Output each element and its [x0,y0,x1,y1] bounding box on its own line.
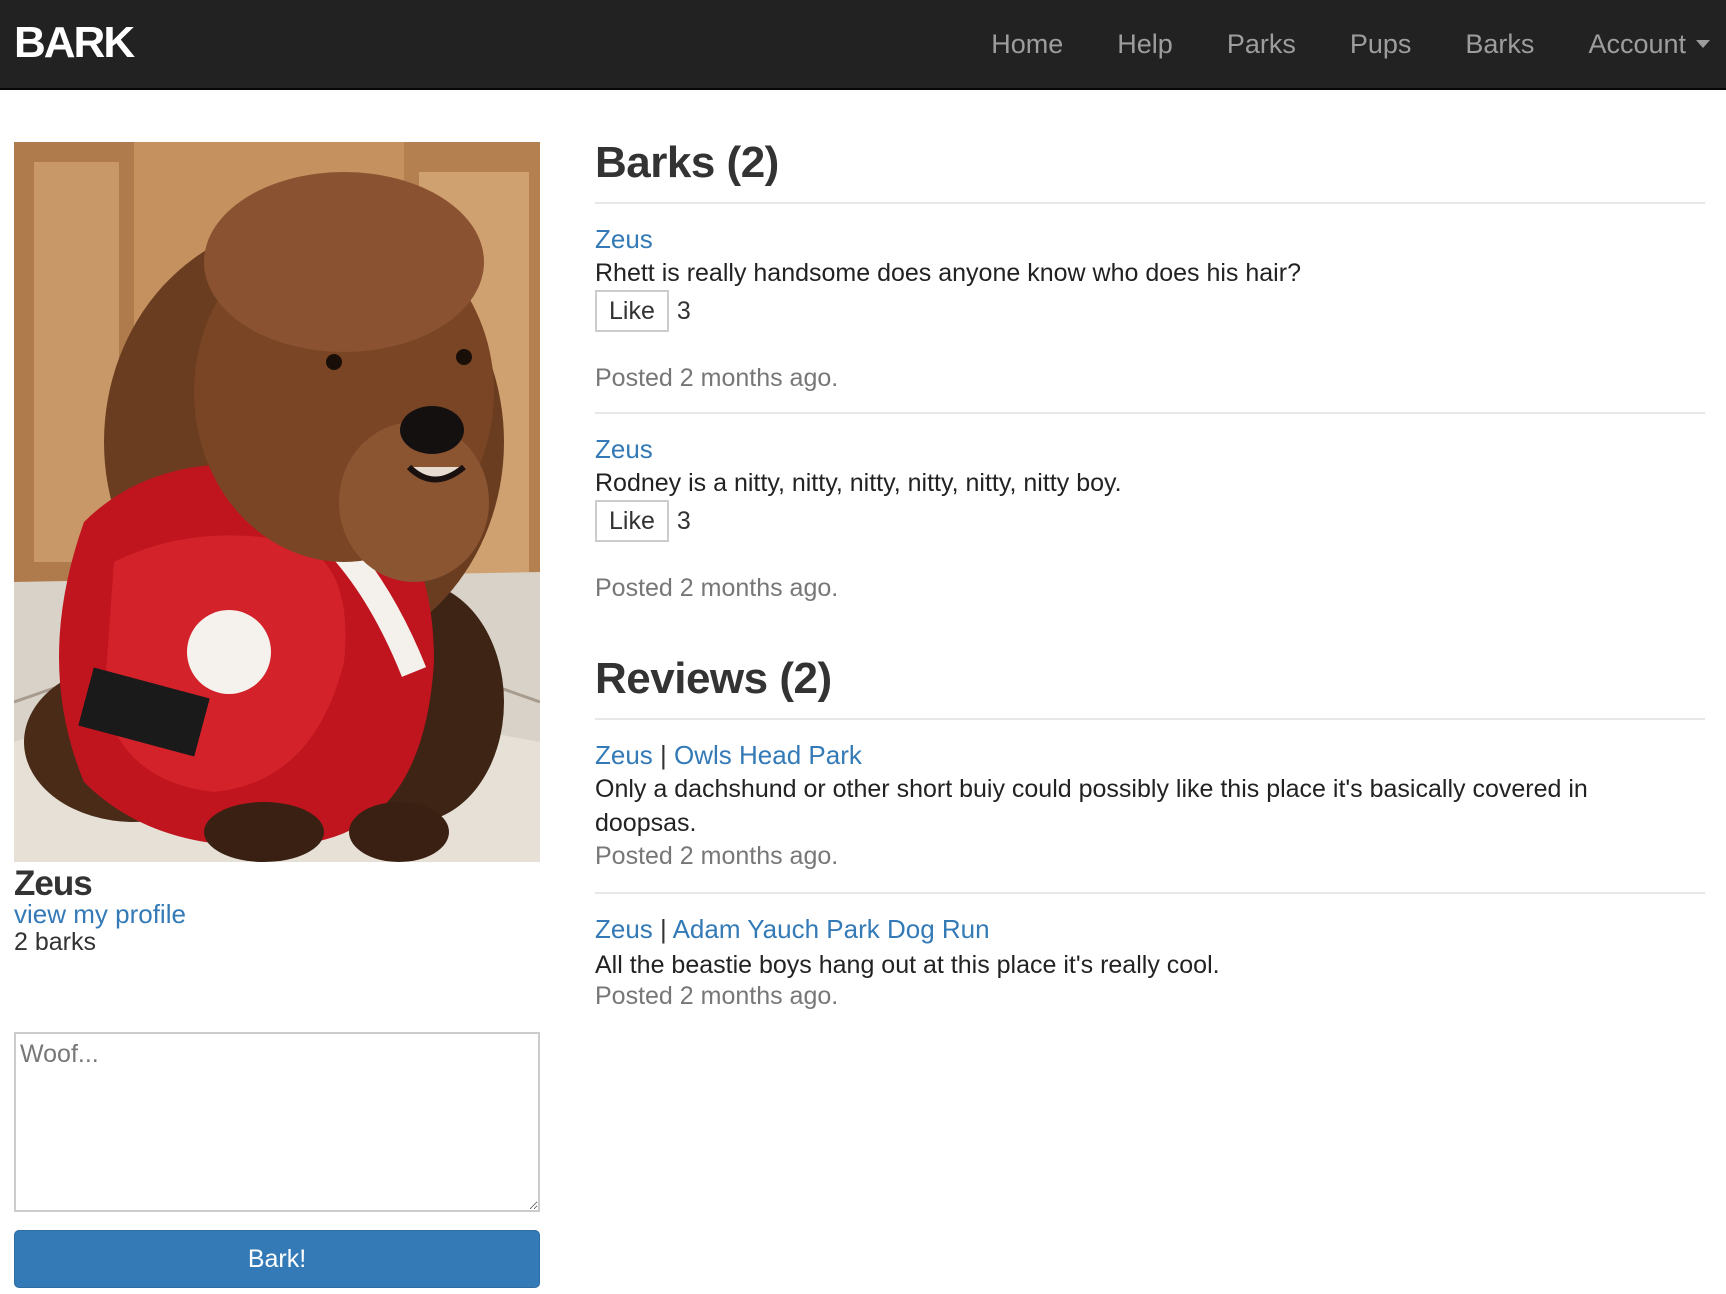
review-header: Zeus | Adam Yauch Park Dog Run [595,914,990,945]
pup-photo-image [14,142,540,862]
posted-timestamp: Posted 2 months ago. [595,364,839,392]
nav-item-barks[interactable]: Barks [1465,29,1534,60]
like-button[interactable]: Like [595,500,669,542]
bark-textarea[interactable] [14,1032,540,1212]
bark-count: 2 barks [14,928,96,956]
like-row: Like 3 [595,500,691,542]
review-park-link[interactable]: Owls Head Park [674,740,862,770]
review-text: Only a dachshund or other short buiy cou… [595,775,1588,837]
bark-submit-button[interactable]: Bark! [14,1230,540,1288]
nav-item-help[interactable]: Help [1117,29,1173,60]
separator: | [660,914,673,944]
divider [595,412,1705,414]
bark-author-link[interactable]: Zeus [595,224,653,255]
barks-heading: Barks (2) [595,138,779,187]
like-button[interactable]: Like [595,290,669,332]
top-navbar: BARK Home Help Parks Pups Barks Account [0,0,1726,90]
like-count: 3 [676,296,691,325]
view-profile-link[interactable]: view my profile [14,899,186,930]
pup-photo [14,142,540,862]
reviews-heading: Reviews (2) [595,654,832,703]
divider [595,202,1705,204]
like-count: 3 [676,506,691,535]
brand-logo[interactable]: BARK [14,18,135,68]
posted-timestamp: Posted 2 months ago. [595,574,839,602]
like-row: Like 3 [595,290,691,332]
bark-author-link[interactable]: Zeus [595,434,653,465]
review-author-link[interactable]: Zeus [595,740,653,770]
divider [595,892,1705,894]
nav-item-pups[interactable]: Pups [1350,29,1412,60]
posted-timestamp: Posted 2 months ago. [595,982,839,1010]
nav-item-account[interactable]: Account [1588,29,1710,60]
caret-down-icon [1696,40,1710,48]
nav-item-parks[interactable]: Parks [1227,29,1296,60]
bark-text: Rhett is really handsome does anyone kno… [595,259,1301,287]
nav-links: Home Help Parks Pups Barks Account [937,0,1710,88]
pup-name: Zeus [14,864,93,903]
review-author-link[interactable]: Zeus [595,914,653,944]
nav-item-account-label: Account [1588,28,1686,59]
nav-item-home[interactable]: Home [991,29,1063,60]
posted-timestamp: Posted 2 months ago. [595,842,839,870]
review-park-link[interactable]: Adam Yauch Park Dog Run [673,914,990,944]
review-header: Zeus | Owls Head Park [595,740,862,771]
separator: | [660,740,675,770]
bark-text: Rodney is a nitty, nitty, nitty, nitty, … [595,469,1122,497]
review-text: All the beastie boys hang out at this pl… [595,951,1220,979]
divider [595,718,1705,720]
